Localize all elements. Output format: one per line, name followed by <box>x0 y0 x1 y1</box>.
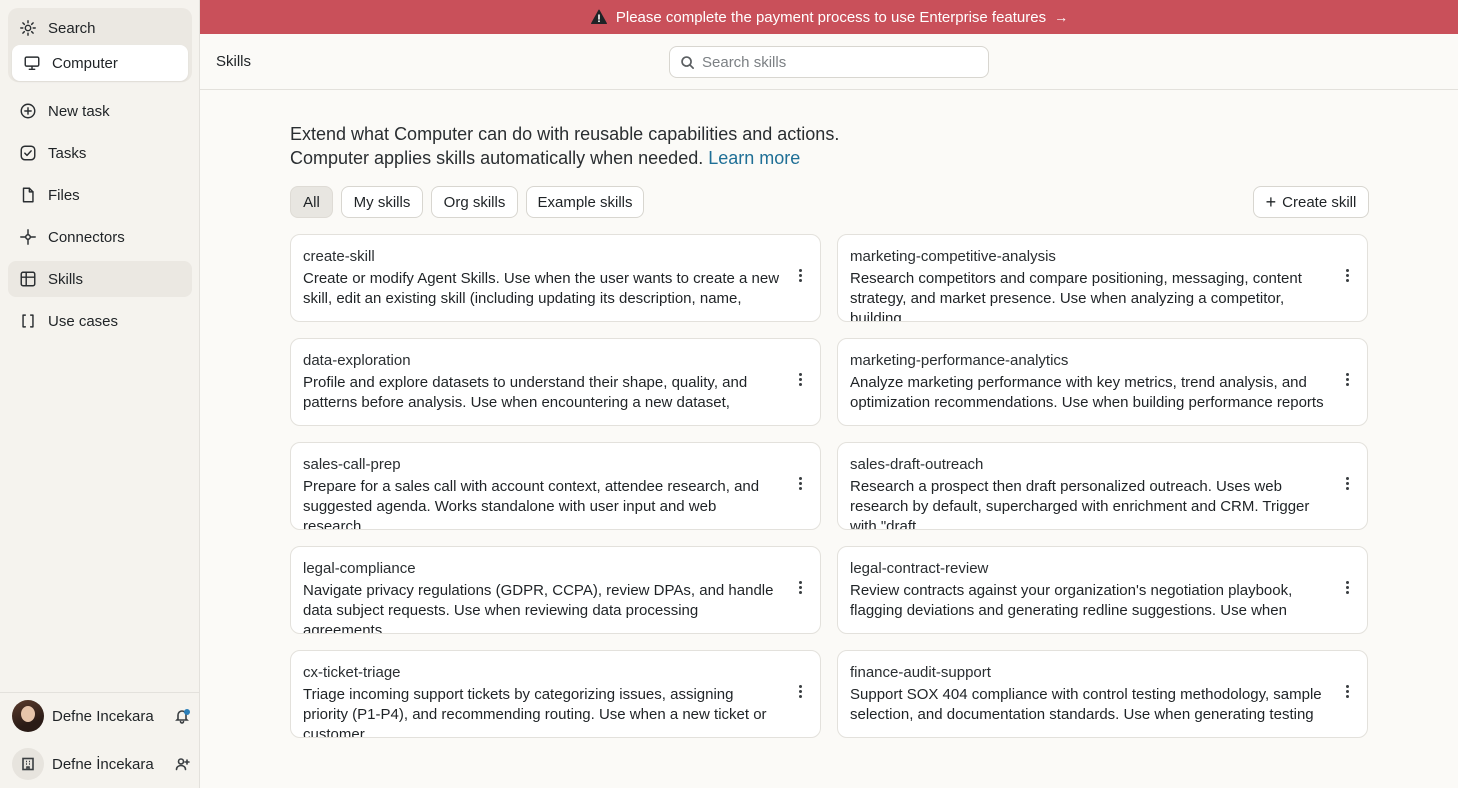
skill-description: Support SOX 404 compliance with control … <box>850 686 1322 723</box>
plus-icon: + <box>1265 192 1277 212</box>
more-options-icon[interactable] <box>1341 685 1353 698</box>
sidebar-item-tasks[interactable]: Tasks <box>8 135 192 171</box>
more-options-icon[interactable] <box>1341 477 1353 490</box>
tab-all[interactable]: All <box>290 186 333 218</box>
skill-name: marketing-competitive-analysis <box>850 248 1056 265</box>
skill-card[interactable]: sales-draft-outreach Research a prospect… <box>837 442 1368 530</box>
bracket-icon <box>18 311 38 331</box>
sidebar: Search Computer New task Tasks Files Con… <box>0 0 200 788</box>
payment-banner[interactable]: Please complete the payment process to u… <box>200 0 1458 34</box>
skill-name: sales-draft-outreach <box>850 456 984 473</box>
more-options-icon[interactable] <box>794 373 806 386</box>
org-profile[interactable]: Defne İncekara <box>12 748 192 780</box>
sidebar-item-label: Connectors <box>48 228 125 246</box>
org-building-icon <box>12 748 44 780</box>
skill-name: sales-call-prep <box>303 456 401 473</box>
sidebar-item-skills[interactable]: Skills <box>8 261 192 297</box>
skill-description: Review contracts against your organizati… <box>850 582 1293 619</box>
skill-card[interactable]: legal-contract-review Review contracts a… <box>837 546 1368 634</box>
file-icon <box>18 185 38 205</box>
user-profile[interactable]: Defne Incekara <box>12 700 192 732</box>
skill-description: Navigate privacy regulations (GDPR, CCPA… <box>303 582 774 634</box>
skill-name: legal-compliance <box>303 560 416 577</box>
search-gear-icon <box>18 18 38 38</box>
avatar <box>12 700 44 732</box>
tab-my-skills[interactable]: My skills <box>341 186 423 218</box>
arrow-right-icon: → <box>1054 9 1069 25</box>
skill-card[interactable]: create-skill Create or modify Agent Skil… <box>290 234 821 322</box>
skill-card[interactable]: data-exploration Profile and explore dat… <box>290 338 821 426</box>
more-options-icon[interactable] <box>794 685 806 698</box>
sidebar-item-new-task[interactable]: New task <box>8 93 192 129</box>
skill-name: legal-contract-review <box>850 560 989 577</box>
search-input[interactable] <box>702 53 972 71</box>
connector-icon <box>18 227 38 247</box>
create-skill-label: Create skill <box>1282 193 1357 211</box>
skill-name: finance-audit-support <box>850 664 991 681</box>
monitor-icon <box>22 53 42 73</box>
create-skill-button[interactable]: + Create skill <box>1253 186 1369 218</box>
sidebar-item-label: Files <box>48 186 80 204</box>
sidebar-item-label: New task <box>48 102 110 120</box>
org-name: Defne İncekara <box>52 755 154 773</box>
sidebar-item-label: Use cases <box>48 312 119 330</box>
sidebar-item-use-cases[interactable]: Use cases <box>8 303 192 339</box>
skill-description: Analyze marketing performance with key m… <box>850 374 1324 411</box>
sidebar-item-computer[interactable]: Computer <box>12 45 188 81</box>
top-bar: Skills <box>200 34 1458 90</box>
plus-circle-icon <box>18 101 38 121</box>
sidebar-item-label: Computer <box>52 54 118 72</box>
skill-card[interactable]: marketing-performance-analytics Analyze … <box>837 338 1368 426</box>
sidebar-item-files[interactable]: Files <box>8 177 192 213</box>
skill-description: Research a prospect then draft personali… <box>850 478 1310 530</box>
skill-card[interactable]: sales-call-prep Prepare for a sales call… <box>290 442 821 530</box>
warning-icon <box>590 9 607 24</box>
sidebar-item-search[interactable]: Search <box>8 10 192 46</box>
sidebar-item-connectors[interactable]: Connectors <box>8 219 192 255</box>
more-options-icon[interactable] <box>794 477 806 490</box>
page-title: Skills <box>216 53 252 70</box>
notification-dot <box>184 709 190 715</box>
sidebar-item-label: Tasks <box>48 144 87 162</box>
more-options-icon[interactable] <box>1341 269 1353 282</box>
learn-more-link[interactable]: Learn more <box>708 148 800 168</box>
sidebar-item-label: Skills <box>48 270 84 288</box>
notification-bell-icon[interactable] <box>174 708 190 724</box>
skill-card[interactable]: legal-compliance Navigate privacy regula… <box>290 546 821 634</box>
grid-icon <box>18 269 38 289</box>
skill-name: data-exploration <box>303 352 411 369</box>
tab-example-skills[interactable]: Example skills <box>526 186 644 218</box>
tab-org-skills[interactable]: Org skills <box>431 186 518 218</box>
search-icon <box>681 55 694 69</box>
search-box[interactable] <box>669 46 989 78</box>
skill-description: Profile and explore datasets to understa… <box>303 374 748 411</box>
more-options-icon[interactable] <box>794 581 806 594</box>
intro-text: Extend what Computer can do with reusabl… <box>290 122 850 170</box>
skill-card[interactable]: marketing-competitive-analysis Research … <box>837 234 1368 322</box>
skill-name: cx-ticket-triage <box>303 664 401 681</box>
skill-name: marketing-performance-analytics <box>850 352 1069 369</box>
banner-text: Please complete the payment process to u… <box>615 8 1047 26</box>
more-options-icon[interactable] <box>1341 373 1353 386</box>
skill-description: Create or modify Agent Skills. Use when … <box>303 270 780 307</box>
more-options-icon[interactable] <box>794 269 806 282</box>
add-user-icon[interactable] <box>174 756 190 772</box>
sidebar-divider <box>0 692 199 693</box>
skill-card[interactable]: finance-audit-support Support SOX 404 co… <box>837 650 1368 738</box>
skill-card[interactable]: cx-ticket-triage Triage incoming support… <box>290 650 821 738</box>
skill-description: Triage incoming support tickets by categ… <box>303 686 767 738</box>
check-circle-icon <box>18 143 38 163</box>
skill-description: Prepare for a sales call with account co… <box>303 478 760 530</box>
more-options-icon[interactable] <box>1341 581 1353 594</box>
user-name: Defne Incekara <box>52 707 154 725</box>
skill-description: Research competitors and compare positio… <box>850 270 1302 322</box>
skill-name: create-skill <box>303 248 375 265</box>
sidebar-item-label: Search <box>48 19 96 37</box>
